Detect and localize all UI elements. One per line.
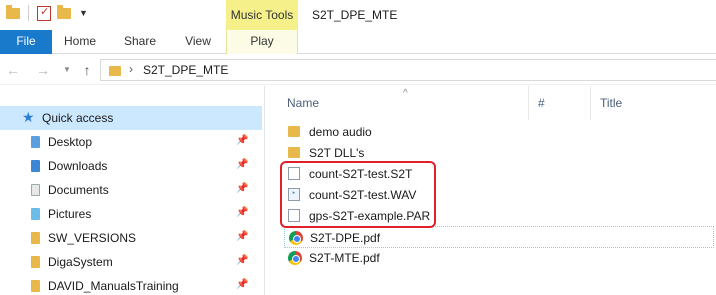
pin-icon[interactable]: 📌 bbox=[236, 207, 248, 218]
file-name: S2T-MTE.pdf bbox=[309, 251, 380, 265]
list-item[interactable]: S2T-DPE.pdf bbox=[284, 226, 714, 248]
sidebar-item-quick-access[interactable]: ★ Quick access bbox=[0, 106, 262, 130]
document-file-icon bbox=[288, 209, 300, 222]
pictures-icon bbox=[31, 208, 40, 220]
documents-icon bbox=[31, 184, 40, 196]
sidebar-item-label: SW_VERSIONS bbox=[48, 231, 137, 245]
file-list-pane: ^ Name # Title demo audio S2T DLL's coun… bbox=[266, 86, 716, 295]
tab-share[interactable]: Share bbox=[108, 30, 172, 54]
customize-toolbar-icon[interactable]: ▼ bbox=[79, 8, 88, 18]
file-name: demo audio bbox=[309, 125, 372, 139]
file-name: S2T-DPE.pdf bbox=[310, 231, 381, 245]
folder-icon bbox=[31, 280, 40, 292]
breadcrumb-chevron-icon[interactable]: › bbox=[129, 62, 133, 76]
column-header-number[interactable]: # bbox=[538, 96, 545, 110]
list-item[interactable]: S2T DLL's bbox=[284, 142, 714, 164]
up-arrow-icon[interactable]: ↑ bbox=[78, 61, 96, 79]
sidebar-item-documents[interactable]: Documents 📌 bbox=[0, 178, 262, 202]
breadcrumb-current-folder[interactable]: S2T_DPE_MTE bbox=[143, 63, 228, 77]
tab-view[interactable]: View bbox=[172, 30, 224, 54]
new-folder-icon[interactable] bbox=[57, 4, 71, 19]
tab-file[interactable]: File bbox=[0, 30, 52, 54]
folder-icon bbox=[109, 66, 121, 76]
recent-locations-chevron-icon[interactable]: ▼ bbox=[58, 61, 76, 79]
sidebar-item-label: Quick access bbox=[42, 111, 114, 125]
column-header-row: ^ Name # Title bbox=[266, 86, 716, 120]
folder-icon bbox=[31, 256, 40, 268]
column-header-title[interactable]: Title bbox=[600, 96, 622, 110]
list-item[interactable]: demo audio bbox=[284, 121, 714, 143]
window-title: S2T_DPE_MTE bbox=[312, 8, 398, 22]
ribbon-tabs: File Home Share View Play bbox=[0, 30, 716, 54]
navigation-pane: ★ Quick access Desktop 📌 Downloads 📌 Doc… bbox=[0, 86, 265, 295]
document-file-icon bbox=[288, 167, 300, 180]
folder-icon bbox=[288, 126, 300, 137]
back-arrow-icon[interactable]: ← bbox=[4, 61, 22, 79]
quick-access-toolbar: ▼ bbox=[6, 4, 88, 21]
navigation-bar: ← → ▼ ↑ › S2T_DPE_MTE bbox=[0, 55, 716, 85]
tab-play[interactable]: Play bbox=[226, 30, 298, 54]
column-divider[interactable] bbox=[590, 86, 591, 120]
sidebar-item-label: DAVID_ManualsTraining bbox=[48, 279, 179, 293]
pin-icon[interactable]: 📌 bbox=[236, 279, 248, 290]
sidebar-item-pictures[interactable]: Pictures 📌 bbox=[0, 202, 262, 226]
sidebar-item-label: Desktop bbox=[48, 135, 93, 149]
sidebar-item-label: Pictures bbox=[48, 207, 92, 221]
folder-icon bbox=[288, 147, 300, 158]
list-item[interactable]: count-S2T-test.S2T bbox=[284, 163, 714, 185]
folder-icon bbox=[31, 232, 40, 244]
sidebar-item-label: Documents bbox=[48, 183, 109, 197]
sidebar-item-digasystem[interactable]: DigaSystem 📌 bbox=[0, 250, 262, 274]
audio-file-icon bbox=[288, 188, 300, 201]
address-bar[interactable]: › S2T_DPE_MTE bbox=[100, 59, 716, 81]
pin-icon[interactable]: 📌 bbox=[236, 255, 248, 266]
sidebar-item-label: Downloads bbox=[48, 159, 108, 173]
file-name: count-S2T-test.S2T bbox=[309, 167, 413, 181]
downloads-icon bbox=[31, 160, 40, 172]
title-bar: ▼ Music Tools S2T_DPE_MTE bbox=[0, 0, 716, 30]
sidebar-item-sw-versions[interactable]: SW_VERSIONS 📌 bbox=[0, 226, 262, 250]
sidebar-item-desktop[interactable]: Desktop 📌 bbox=[0, 130, 262, 154]
chrome-pdf-icon bbox=[289, 231, 303, 245]
music-tools-context-label: Music Tools bbox=[226, 0, 298, 30]
star-icon: ★ bbox=[22, 109, 35, 125]
pin-icon[interactable]: 📌 bbox=[236, 135, 248, 146]
sidebar-item-label: DigaSystem bbox=[48, 255, 113, 269]
folder-icon bbox=[6, 4, 20, 19]
file-name: S2T DLL's bbox=[309, 146, 365, 160]
toolbar-divider bbox=[28, 5, 29, 21]
list-item[interactable]: S2T-MTE.pdf bbox=[284, 247, 714, 269]
chrome-pdf-icon bbox=[288, 251, 302, 265]
column-divider[interactable] bbox=[528, 86, 529, 120]
sidebar-item-downloads[interactable]: Downloads 📌 bbox=[0, 154, 262, 178]
pin-icon[interactable]: 📌 bbox=[236, 183, 248, 194]
desktop-icon bbox=[31, 136, 40, 148]
list-item[interactable]: gps-S2T-example.PAR bbox=[284, 205, 714, 227]
pin-icon[interactable]: 📌 bbox=[236, 231, 248, 242]
column-header-name[interactable]: Name bbox=[287, 96, 319, 110]
sort-ascending-icon: ^ bbox=[403, 88, 408, 99]
sidebar-item-david-manuals-training[interactable]: DAVID_ManualsTraining 📌 bbox=[0, 274, 262, 295]
file-name: gps-S2T-example.PAR bbox=[309, 209, 431, 223]
properties-icon[interactable] bbox=[37, 5, 51, 21]
pin-icon[interactable]: 📌 bbox=[236, 159, 248, 170]
file-name: count-S2T-test.WAV bbox=[309, 188, 417, 202]
tab-home[interactable]: Home bbox=[52, 30, 108, 54]
forward-arrow-icon[interactable]: → bbox=[34, 61, 52, 79]
list-item[interactable]: count-S2T-test.WAV bbox=[284, 184, 714, 206]
